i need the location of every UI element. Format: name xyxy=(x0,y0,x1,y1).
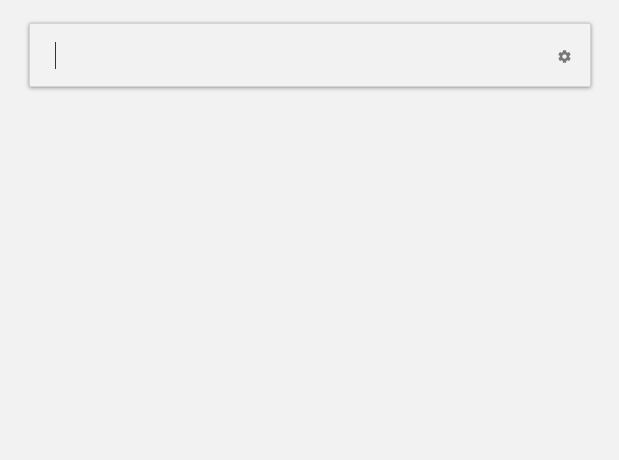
launcher-window xyxy=(29,23,591,87)
text-cursor xyxy=(55,42,56,69)
gear-icon xyxy=(557,49,571,63)
search-input[interactable] xyxy=(50,38,544,74)
settings-button[interactable] xyxy=(556,48,572,64)
